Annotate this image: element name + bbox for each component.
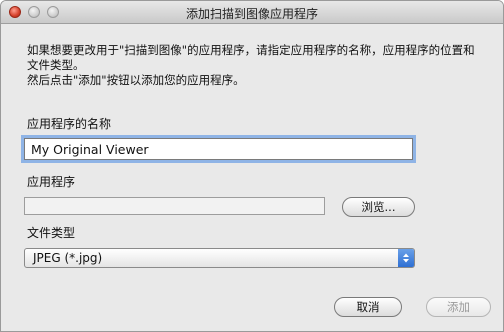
browse-button[interactable]: 浏览... — [342, 197, 415, 217]
window-title: 添加扫描到图像应用程序 — [185, 7, 318, 21]
file-type-select[interactable]: JPEG (*.jpg) — [24, 248, 415, 268]
instructions-line-2: 然后点击"添加"按钮以添加您的应用程序。 — [27, 73, 245, 87]
cancel-button[interactable]: 取消 — [334, 297, 402, 317]
title-bar[interactable]: 添加扫描到图像应用程序 — [1, 1, 503, 24]
app-path-label: 应用程序 — [27, 175, 76, 189]
app-name-label: 应用程序的名称 — [27, 117, 112, 131]
add-button[interactable]: 添加 — [426, 297, 491, 317]
instructions-line-1: 如果想要更改用于"扫描到图像"的应用程序，请指定应用程序的名称，应用程序的位置和… — [27, 43, 475, 72]
app-name-input[interactable] — [24, 138, 413, 160]
file-type-label: 文件类型 — [27, 226, 76, 240]
dialog-window: 添加扫描到图像应用程序 如果想要更改用于"扫描到图像"的应用程序，请指定应用程序… — [0, 0, 504, 332]
file-type-selected-value: JPEG (*.jpg) — [33, 251, 103, 265]
select-arrows-icon — [398, 249, 414, 267]
instructions-text: 如果想要更改用于"扫描到图像"的应用程序，请指定应用程序的名称，应用程序的位置和… — [27, 43, 482, 88]
app-path-field — [24, 197, 325, 215]
